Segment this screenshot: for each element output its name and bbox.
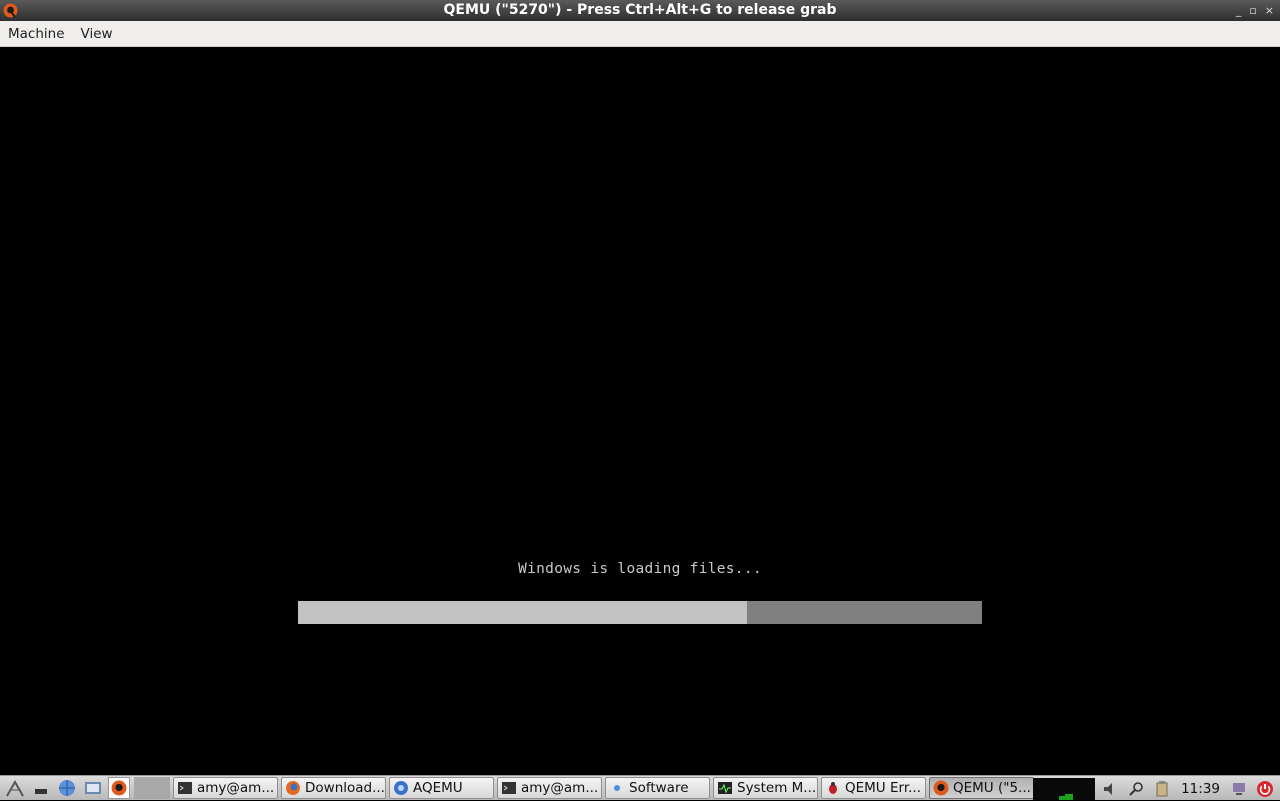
taskbar-button-label: amy@am... [521,780,599,796]
blank-icon[interactable] [134,777,170,799]
network-icon[interactable] [56,777,78,799]
clock[interactable]: 11:39 [1177,781,1224,797]
menu-view[interactable]: View [81,26,113,42]
launcher-group [0,776,170,801]
lock-screen-icon[interactable] [1228,778,1250,800]
restore-button[interactable]: ▫ [1249,2,1256,19]
taskbar-button-label: QEMU Err... [845,780,922,796]
taskbar-button[interactable]: Download... [281,777,386,799]
taskbar-button-label: System M... [737,780,817,796]
guest-display[interactable]: Windows is loading files... [0,47,1280,775]
qemu-icon [932,779,950,797]
terminal-icon [176,779,194,797]
taskbar-button[interactable]: System M... [713,777,818,799]
system-monitor-icon [716,779,734,797]
task-list: amy@am... Download... AQEMU amy@am... Softwa… [170,777,1034,799]
window-titlebar[interactable]: QEMU ("5270") - Press Ctrl+Alt+G to rele… [0,0,1280,21]
loading-message: Windows is loading files... [518,561,762,577]
terminal-icon [500,779,518,797]
qemu-icon[interactable] [108,777,130,799]
taskbar-button[interactable]: amy@am... [173,777,278,799]
loading-progress-bar [298,601,982,624]
taskbar: amy@am... Download... AQEMU amy@am... Softwa… [0,775,1280,800]
taskbar-button[interactable]: QEMU Err... [821,777,926,799]
software-icon [608,779,626,797]
taskbar-button-label: amy@am... [197,780,275,796]
taskbar-button[interactable]: Software [605,777,710,799]
taskbar-button[interactable]: QEMU ("5... [929,777,1034,799]
clipboard-icon[interactable] [1151,778,1173,800]
loading-progress-fill [298,601,748,624]
search-icon[interactable] [1125,778,1147,800]
close-button[interactable]: × [1265,2,1274,19]
minimize-button[interactable]: _ [1236,2,1242,19]
system-tray: 11:39 [1033,776,1280,801]
menu-machine[interactable]: Machine [8,26,65,42]
firefox-icon [284,779,302,797]
taskbar-button[interactable]: amy@am... [497,777,602,799]
window-title: QEMU ("5270") - Press Ctrl+Alt+G to rele… [443,2,837,18]
taskbar-button-label: Download... [305,780,385,796]
taskbar-button-label: QEMU ("5... [953,780,1031,796]
aqemu-icon [392,779,410,797]
volume-icon[interactable] [1099,778,1121,800]
show-desktop-icon[interactable] [30,777,52,799]
power-icon[interactable] [1254,778,1276,800]
menu-icon[interactable] [4,777,26,799]
taskbar-button[interactable]: AQEMU [389,777,494,799]
taskbar-button-label: Software [629,780,689,796]
cpu-graph [1033,777,1096,800]
taskbar-button-label: AQEMU [413,780,463,796]
file-manager-icon[interactable] [82,777,104,799]
menu-bar: Machine View [0,21,1280,47]
bug-icon [824,779,842,797]
qemu-icon [3,3,18,18]
